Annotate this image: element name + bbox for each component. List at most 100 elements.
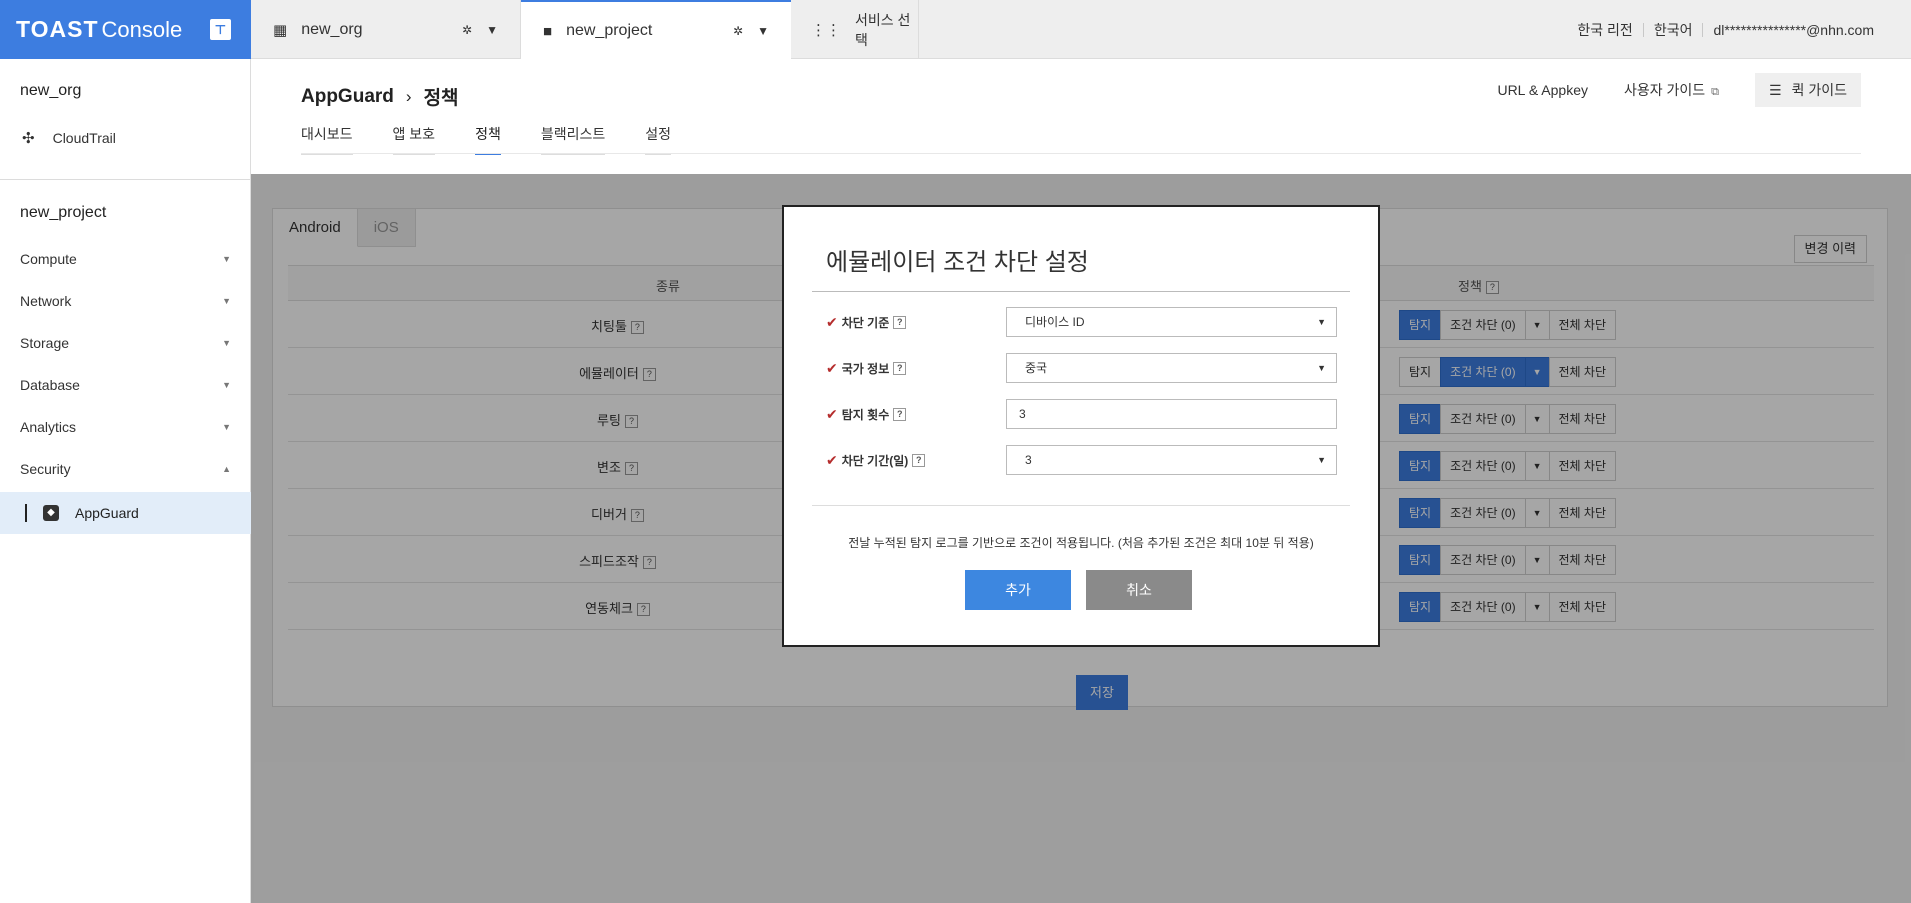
sidebar-category-label: Database — [20, 377, 80, 393]
cancel-button[interactable]: 취소 — [1086, 570, 1192, 610]
header-links: URL & Appkey 사용자 가이드 ⧉ ☰ 퀵 가이드 — [1497, 73, 1861, 107]
field-row-block-period: ✔ 차단 기간(일)? 3 ▼ — [826, 445, 1342, 475]
service-select-tab[interactable]: ⋮⋮ 서비스 선택 — [791, 0, 919, 59]
sidebar-category-analytics[interactable]: Analytics ▼ — [20, 419, 231, 435]
sidebar-category-label: Analytics — [20, 419, 77, 435]
language-link[interactable]: 한국어 — [1642, 22, 1703, 37]
modal-divider — [812, 505, 1350, 506]
breadcrumb: AppGuard › 정책 — [301, 83, 459, 110]
sidebar-category-security[interactable]: Security ▲ — [20, 461, 231, 477]
sidebar-item-label: AppGuard — [75, 505, 139, 521]
field-row-detect-count: ✔ 탐지 횟수? 3 — [826, 399, 1342, 429]
sidebar-category-compute[interactable]: Compute ▼ — [20, 251, 231, 267]
select-value: 3 — [1025, 453, 1032, 467]
help-icon[interactable]: ? — [893, 315, 907, 329]
field-label-text: 국가 정보 — [841, 361, 890, 376]
chevron-down-icon[interactable]: ▼ — [757, 24, 769, 38]
sidebar-category-storage[interactable]: Storage ▼ — [20, 335, 231, 351]
help-icon[interactable]: ? — [893, 407, 907, 421]
block-period-select[interactable]: 3 ▼ — [1006, 445, 1337, 475]
tab-blacklist[interactable]: 블랙리스트 — [540, 124, 606, 155]
modal-title: 에뮬레이터 조건 차단 설정 — [826, 249, 1089, 276]
check-icon: ✔ — [826, 359, 838, 376]
block-basis-select[interactable]: 디바이스 ID ▼ — [1006, 307, 1337, 337]
grid-icon: ⋮⋮ — [811, 21, 841, 39]
external-link-icon: ⧉ — [1711, 86, 1720, 98]
tab-policy[interactable]: 정책 — [475, 124, 501, 155]
chevron-down-icon: ▼ — [222, 296, 231, 306]
header-divider — [301, 153, 1861, 154]
shield-icon: ◆ — [43, 505, 59, 521]
building-icon: ▦ — [273, 21, 288, 39]
sidebar-project-name: new_project — [20, 204, 107, 221]
sidebar-category-label: Security — [20, 461, 71, 477]
condition-block-modal: 에뮬레이터 조건 차단 설정 ✔ 차단 기준? 디바이스 ID ▼ ✔ 국가 정보? … — [782, 205, 1380, 647]
modal-divider — [812, 291, 1350, 292]
brand[interactable]: TOAST Console ⊤ — [0, 0, 251, 59]
help-icon[interactable]: ? — [893, 361, 907, 375]
user-guide-label: 사용자 가이드 — [1623, 82, 1706, 98]
tab-app-protection[interactable]: 앱 보호 — [392, 124, 436, 155]
user-link[interactable]: dl***************@nhn.com — [1702, 22, 1884, 37]
menu-icon: ☰ — [1769, 81, 1782, 98]
add-button[interactable]: 추가 — [965, 570, 1071, 610]
project-tab[interactable]: ■ new_project ✲ ▼ — [521, 0, 791, 60]
sidebar-item-cloudtrail[interactable]: ✣ CloudTrail — [22, 129, 116, 147]
select-value: 디바이스 ID — [1025, 315, 1085, 329]
field-label-text: 차단 기준 — [841, 315, 890, 330]
chevron-down-icon: ▼ — [222, 422, 231, 432]
sidebar-category-network[interactable]: Network ▼ — [20, 293, 231, 309]
check-icon: ✔ — [826, 451, 838, 468]
org-tab-label: new_org — [301, 20, 363, 38]
tab-settings[interactable]: 설정 — [645, 124, 671, 155]
chevron-down-icon: ▼ — [222, 380, 231, 390]
project-tab-label: new_project — [566, 22, 653, 39]
sidebar-item-appguard[interactable]: ◆ AppGuard — [0, 492, 251, 534]
sidebar: new_org ✣ CloudTrail new_project Compute… — [0, 59, 251, 903]
sidebar-category-label: Storage — [20, 335, 70, 351]
top-bar: TOAST Console ⊤ ▦ new_org ✲ ▼ ■ new_proje… — [0, 0, 1911, 60]
chevron-down-icon: ▼ — [1317, 363, 1326, 373]
tab-dashboard[interactable]: 대시보드 — [301, 124, 353, 155]
page-title: 정책 — [423, 88, 459, 109]
sidebar-org-name: new_org — [20, 82, 82, 99]
url-appkey-link[interactable]: URL & Appkey — [1497, 82, 1588, 98]
country-select[interactable]: 중국 ▼ — [1006, 353, 1337, 383]
breadcrumb-service[interactable]: AppGuard — [301, 86, 394, 108]
org-tab[interactable]: ▦ new_org ✲ ▼ — [251, 0, 521, 59]
chevron-down-icon: ▼ — [222, 254, 231, 264]
gear-icon[interactable]: ✲ — [733, 24, 743, 38]
top-right-links: 한국 리전 한국어 dl***************@nhn.com — [1567, 0, 1884, 59]
sidebar-item-label: CloudTrail — [52, 130, 116, 146]
chevron-down-icon: ▼ — [1317, 455, 1326, 465]
service-select-label: 서비스 선택 — [855, 11, 911, 48]
sidebar-category-database[interactable]: Database ▼ — [20, 377, 231, 393]
field-row-country: ✔ 국가 정보? 중국 ▼ — [826, 353, 1342, 383]
gear-icon[interactable]: ✲ — [462, 23, 472, 37]
sidebar-category-label: Network — [20, 293, 72, 309]
quick-guide-button[interactable]: ☰ 퀵 가이드 — [1755, 73, 1861, 107]
field-label: ✔ 국가 정보? — [826, 360, 1006, 377]
cloudtrail-icon: ✣ — [22, 130, 35, 147]
select-value: 중국 — [1025, 361, 1048, 375]
sidebar-category-label: Compute — [20, 251, 77, 267]
field-label: ✔ 차단 기준? — [826, 314, 1006, 331]
field-label: ✔ 탐지 횟수? — [826, 406, 1006, 423]
help-icon[interactable]: ? — [912, 453, 926, 467]
user-guide-link[interactable]: 사용자 가이드 ⧉ — [1624, 80, 1719, 100]
chevron-up-icon: ▲ — [222, 464, 231, 474]
region-link[interactable]: 한국 리전 — [1567, 23, 1642, 37]
field-label: ✔ 차단 기간(일)? — [826, 452, 1006, 469]
check-icon: ✔ — [826, 313, 838, 330]
field-label-text: 차단 기간(일) — [841, 453, 909, 468]
chevron-down-icon[interactable]: ▼ — [486, 23, 498, 37]
active-indicator — [25, 504, 27, 522]
field-row-block-basis: ✔ 차단 기준? 디바이스 ID ▼ — [826, 307, 1342, 337]
chevron-right-icon: › — [405, 86, 412, 106]
service-tabs: 대시보드 앱 보호 정책 블랙리스트 설정 — [301, 124, 711, 155]
menu-toggle-icon[interactable]: ⊤ — [210, 19, 231, 40]
detect-count-input[interactable]: 3 — [1006, 399, 1337, 429]
field-label-text: 탐지 횟수 — [841, 407, 890, 422]
chevron-down-icon: ▼ — [222, 338, 231, 348]
brand-console: Console — [101, 16, 183, 42]
